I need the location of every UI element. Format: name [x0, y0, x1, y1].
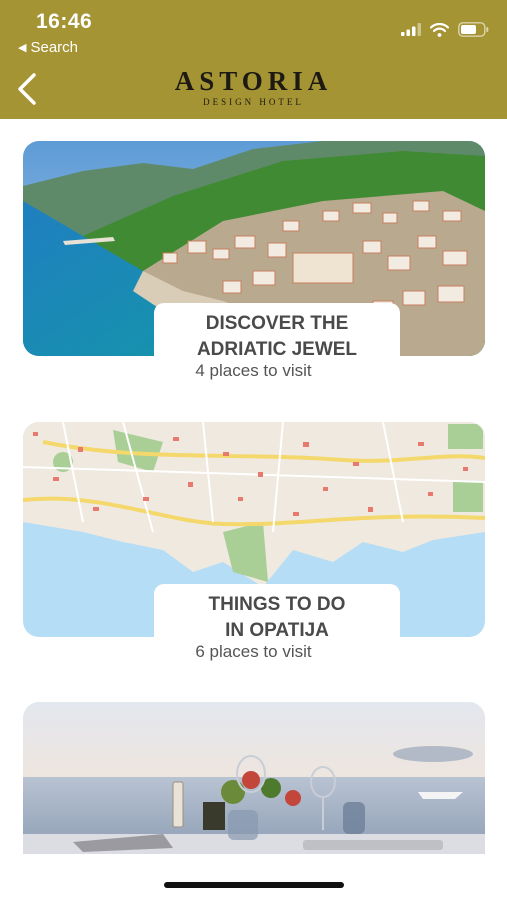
card-title-line2: IN OPATIJA	[225, 620, 329, 637]
card-things-to-do[interactable]: THINGS TO DO IN OPATIJA	[23, 422, 485, 637]
card-title: THINGS TO DO IN OPATIJA	[154, 584, 400, 637]
status-back-label: Search	[30, 39, 78, 56]
card-subtitle: 6 places to visit	[195, 642, 312, 661]
card-title-line1: DISCOVER THE	[205, 313, 349, 334]
status-icons	[401, 22, 489, 37]
brand-title: ASTORIA	[174, 66, 333, 96]
card-title: DISCOVER THE ADRIATIC JEWEL	[154, 303, 400, 356]
card-seaside-dinner[interactable]	[23, 702, 485, 854]
wifi-icon	[430, 22, 449, 37]
status-back-to-search[interactable]: ◀ Search	[18, 39, 78, 56]
status-time: 16:46	[36, 10, 93, 33]
card-subtitle: 4 places to visit	[195, 361, 312, 380]
brand-subtitle: DESIGN HOTEL	[203, 97, 304, 107]
card-title-line1: THINGS TO DO	[208, 594, 346, 615]
back-triangle-icon: ◀	[18, 42, 27, 54]
home-indicator	[164, 882, 344, 888]
seaside-dinner-photo	[23, 702, 485, 854]
hotel-logo: ASTORIA DESIGN HOTEL	[0, 66, 507, 107]
card-discover-adriatic[interactable]: DISCOVER THE ADRIATIC JEWEL	[23, 141, 485, 356]
card-title-line2: ADRIATIC JEWEL	[196, 339, 358, 356]
signal-icon	[401, 23, 421, 36]
app-header: 16:46 ◀ Search ASTORIA DESIGN HOTEL	[0, 0, 507, 119]
battery-icon	[458, 22, 489, 37]
